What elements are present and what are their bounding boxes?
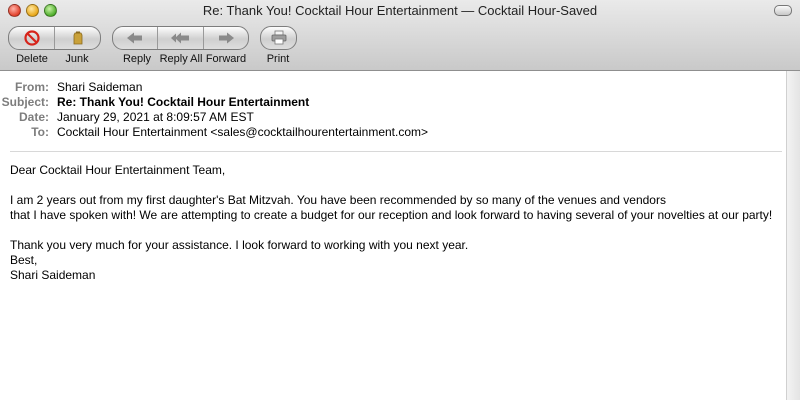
forward-button[interactable] xyxy=(202,27,248,49)
print-button[interactable] xyxy=(261,27,296,49)
junk-label: Junk xyxy=(65,53,89,65)
signature-line: Shari Saideman xyxy=(10,268,96,282)
body-line: I am 2 years out from my first daughter'… xyxy=(10,193,666,207)
junk-bag-icon xyxy=(73,31,82,45)
body-line: Thank you very much for your assistance.… xyxy=(10,238,469,252)
sender-name[interactable]: Shari Saideman xyxy=(57,80,142,94)
print-label: Print xyxy=(266,53,290,65)
recipient-address[interactable]: Cocktail Hour Entertainment <sales@cockt… xyxy=(57,125,428,139)
window-title: Re: Thank You! Cocktail Hour Entertainme… xyxy=(202,3,598,18)
toolbar: Delete Junk Reply Reply All Forward Prin… xyxy=(0,24,800,70)
forward-arrow-icon xyxy=(218,32,234,44)
message-body: Dear Cocktail Hour Entertainment Team, I… xyxy=(10,163,780,283)
delete-button[interactable] xyxy=(9,27,54,49)
reply-arrow-icon xyxy=(127,32,143,44)
header-label: To: xyxy=(31,125,49,139)
scrollbar-track[interactable] xyxy=(786,71,800,400)
closing-line: Best, xyxy=(10,253,38,267)
no-entry-icon xyxy=(23,30,40,46)
reply-forward-control xyxy=(112,26,249,50)
reply-button[interactable] xyxy=(113,27,157,49)
body-line: that I have spoken with! We are attempti… xyxy=(10,208,773,222)
subject-text: Re: Thank You! Cocktail Hour Entertainme… xyxy=(57,95,310,109)
date-text: January 29, 2021 at 8:09:57 AM EST xyxy=(57,110,254,124)
reply-all-button[interactable] xyxy=(157,27,202,49)
header-label: From: xyxy=(15,80,49,94)
header-label: Subject: xyxy=(1,95,49,109)
print-control xyxy=(260,26,297,50)
forward-label: Forward xyxy=(205,53,247,65)
window-titlebar: Re: Thank You! Cocktail Hour Entertainme… xyxy=(0,0,800,71)
junk-button[interactable] xyxy=(54,27,100,49)
reply-all-arrow-icon xyxy=(171,32,190,44)
delete-junk-control xyxy=(8,26,101,50)
header-divider xyxy=(10,151,782,152)
printer-icon xyxy=(271,30,286,45)
greeting-line: Dear Cocktail Hour Entertainment Team, xyxy=(10,163,226,177)
toolbar-toggle-button[interactable] xyxy=(774,5,792,16)
header-label: Date: xyxy=(18,110,49,124)
